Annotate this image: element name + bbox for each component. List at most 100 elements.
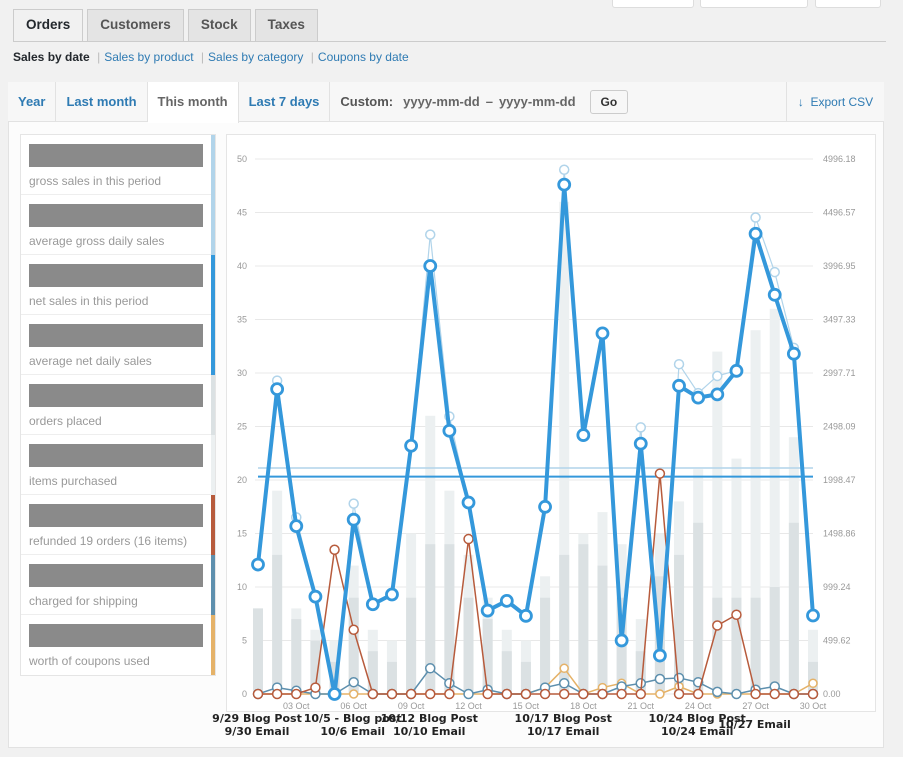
legend-amount-redacted	[29, 204, 203, 227]
shipping-point	[654, 673, 666, 685]
net-sales-point	[423, 259, 438, 273]
legend-item[interactable]: net sales in this period	[21, 255, 215, 315]
refunds-point	[692, 688, 704, 700]
y-right-tick-label: 3497.33	[823, 315, 856, 325]
top-button-stub[interactable]	[612, 0, 694, 8]
refunds-point	[712, 620, 723, 631]
refunds-point	[807, 688, 819, 700]
bar-orders-placed	[406, 597, 417, 694]
campaign-annotation: 10/27 Email	[695, 718, 815, 731]
report-tabs: Orders Customers Stock Taxes	[13, 9, 318, 42]
net-sales-point	[557, 177, 572, 192]
subnav-sales-by-category[interactable]: Sales by category	[208, 50, 303, 64]
bar-orders-placed	[253, 608, 263, 694]
y-right-tick-label: 999.24	[823, 582, 851, 592]
shipping-point	[444, 678, 455, 689]
legend-color-bar	[211, 315, 215, 375]
legend-item[interactable]: items purchased	[21, 435, 215, 495]
refunds-point	[616, 688, 627, 700]
legend-item[interactable]: worth of coupons used	[21, 615, 215, 675]
legend-label: average net daily sales	[29, 354, 152, 368]
shipping-point	[558, 678, 570, 689]
refunds-point	[463, 533, 474, 545]
subnav-coupons-by-date[interactable]: Coupons by date	[318, 50, 409, 64]
net-sales-point	[786, 346, 801, 361]
legend-item[interactable]: average net daily sales	[21, 315, 215, 375]
legend-amount-redacted	[29, 564, 203, 587]
shipping-point	[712, 686, 723, 698]
go-button[interactable]: Go	[589, 89, 629, 114]
gross-sales-point	[424, 229, 436, 240]
sales-chart: 0 0.00 5 499.62 10 999.24 15 1498.86 20 1998.47 25…	[237, 154, 856, 711]
shipping-point	[348, 676, 359, 688]
net-sales-point	[614, 633, 629, 648]
subnav-sales-by-product[interactable]: Sales by product	[104, 50, 193, 64]
tab-orders[interactable]: Orders	[13, 9, 84, 42]
legend-item[interactable]: average gross daily sales	[21, 195, 215, 255]
range-year[interactable]: Year	[8, 82, 57, 122]
net-sales-point	[633, 436, 648, 451]
legend-item[interactable]: orders placed	[21, 375, 215, 435]
net-sales-point	[346, 512, 361, 527]
net-sales-point	[480, 603, 495, 618]
shipping-point	[463, 688, 474, 700]
custom-from-input[interactable]: yyyy-mm-dd	[403, 82, 480, 122]
bar-orders-placed	[769, 587, 780, 694]
refunds-line	[258, 472, 813, 695]
annotation-line: 10/17 Email	[527, 725, 600, 738]
range-last-month[interactable]: Last month	[56, 82, 148, 122]
annotation-line: 10/10 Email	[393, 725, 466, 738]
legend-color-bar	[211, 435, 215, 495]
refunds-point	[673, 688, 685, 700]
tab-divider	[13, 41, 886, 42]
export-csv-button[interactable]: ↓ Export CSV	[786, 82, 884, 122]
bar-orders-placed	[540, 597, 551, 694]
top-button-stub[interactable]	[815, 0, 881, 8]
custom-label: Custom:	[340, 93, 394, 109]
y-left-tick-label: 0	[242, 689, 247, 699]
shipping-point	[673, 672, 685, 684]
refunds-point	[520, 688, 532, 700]
refunds-point	[539, 688, 551, 700]
net-sales-point	[365, 597, 380, 612]
legend-amount-redacted	[29, 324, 203, 347]
refunds-point	[654, 468, 666, 479]
gross-sales-point	[635, 422, 647, 433]
gross-sales-point	[673, 358, 685, 370]
refunds-point	[310, 682, 321, 693]
range-this-month[interactable]: This month	[147, 82, 239, 123]
range-last-7-days[interactable]: Last 7 days	[239, 82, 331, 122]
refunds-point	[482, 688, 493, 700]
x-tick-label: 09 Oct	[398, 701, 425, 711]
legend-item[interactable]: charged for shipping	[21, 555, 215, 615]
y-right-tick-label: 0.00	[823, 689, 841, 699]
refunds-point	[731, 609, 742, 621]
tab-customers[interactable]: Customers	[87, 9, 184, 41]
bar-orders-placed	[693, 522, 704, 694]
annotation-line: 10/17 Blog Post	[514, 712, 612, 725]
legend-item[interactable]: gross sales in this period	[21, 135, 215, 195]
legend-item[interactable]: refunded 19 orders (16 items)	[21, 495, 215, 555]
subnav-separator: |	[310, 50, 314, 64]
custom-to-input[interactable]: yyyy-mm-dd	[499, 82, 576, 122]
net-sales-point	[385, 587, 399, 602]
refunds-point	[769, 688, 780, 700]
legend-amount-redacted	[29, 504, 203, 527]
net-sales-point	[251, 557, 265, 572]
legend-label: worth of coupons used	[29, 654, 150, 668]
x-tick-label: 15 Oct	[513, 701, 540, 711]
x-tick-label: 24 Oct	[685, 701, 712, 711]
y-left-tick-label: 25	[237, 422, 247, 432]
shipping-point	[424, 663, 436, 674]
tab-stock[interactable]: Stock	[187, 9, 251, 41]
net-sales-point	[442, 423, 457, 438]
subnav-separator: |	[97, 50, 101, 64]
bar-orders-placed	[463, 597, 474, 694]
tab-taxes[interactable]: Taxes	[254, 9, 318, 41]
gross-sales-point	[750, 212, 761, 223]
top-button-stub[interactable]	[700, 0, 808, 8]
campaign-annotation: 10/17 Blog Post 10/17 Email	[503, 712, 623, 738]
y-left-tick-label: 40	[237, 261, 247, 271]
chart-legend: gross sales in this period average gross …	[20, 134, 216, 676]
y-right-tick-label: 499.62	[823, 636, 851, 646]
